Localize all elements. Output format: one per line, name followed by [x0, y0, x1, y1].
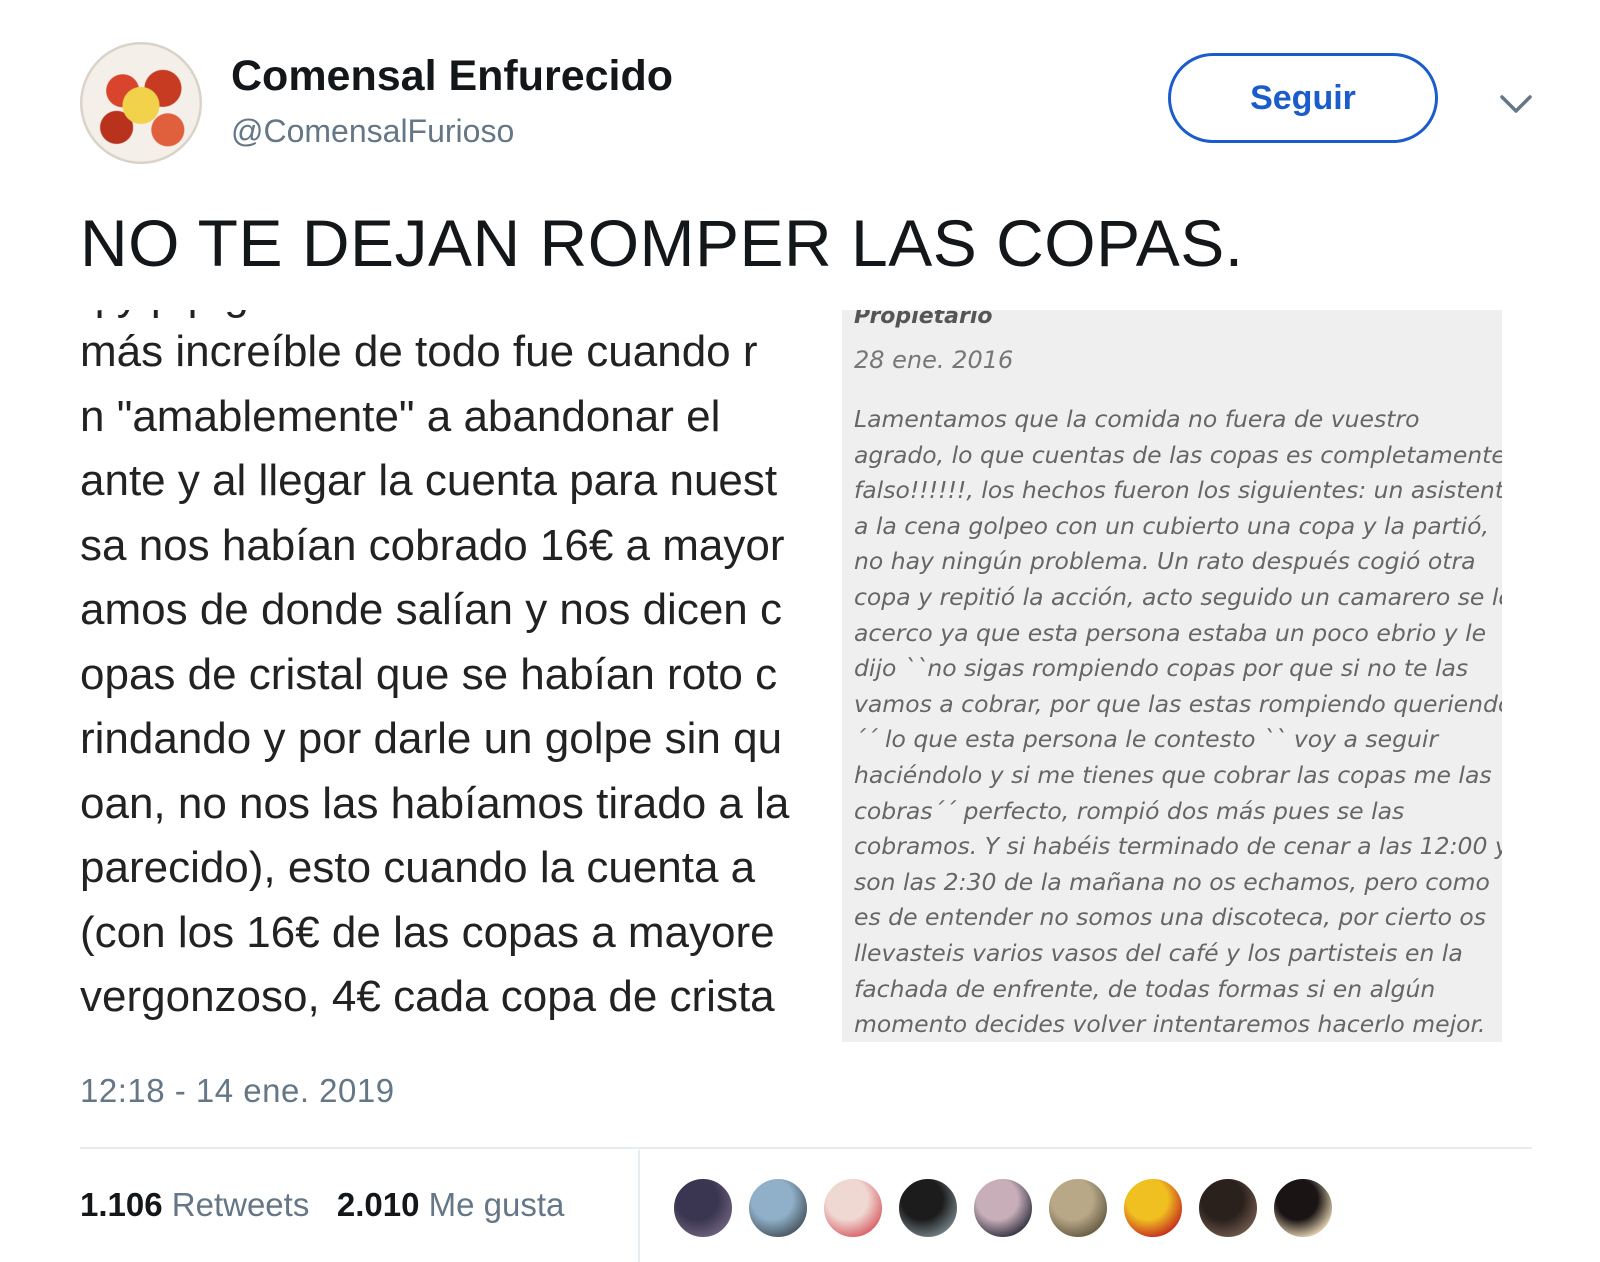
reply-line: cobramos. Y si habéis terminado de cenar…: [854, 832, 1502, 861]
tweet-media[interactable]: q y p p g más increíble de todo fue cuan…: [80, 310, 1532, 1042]
liker-avatar[interactable]: [1047, 1177, 1109, 1239]
liker-avatar[interactable]: [747, 1177, 809, 1239]
review-line: ante y al llegar la cuenta para nuest: [80, 456, 778, 505]
review-line: (con los 16€ de las copas a mayore: [80, 907, 775, 957]
reply-line: falso!!!!!!, los hechos fueron los sigui…: [854, 476, 1502, 505]
liker-avatar[interactable]: [672, 1177, 734, 1239]
reply-line: Lamentamos que la comida no fuera de vue…: [854, 405, 1420, 433]
review-line: parecido), esto cuando la cuenta a: [80, 843, 756, 892]
reply-date: 28 ene. 2016: [854, 346, 1014, 374]
review-line: rindando y por darle un golpe sin qu: [80, 714, 783, 763]
cut-off-line: q y p p g: [80, 310, 249, 319]
reply-line: dijo ``no sigas rompiendo copas por que …: [854, 654, 1469, 683]
review-screenshot-image[interactable]: q y p p g más increíble de todo fue cuan…: [80, 310, 810, 1042]
owner-reply-image[interactable]: Propietario 28 ene. 2016 Lamentamos que …: [842, 310, 1502, 1042]
liker-avatar[interactable]: [1197, 1177, 1259, 1239]
tweet-timestamp[interactable]: 12:18 - 14 ene. 2019: [80, 1072, 395, 1110]
tweet-stats: 1.106 Retweets 2.010 Me gusta: [80, 1186, 564, 1224]
author-name[interactable]: Comensal Enfurecido: [231, 52, 673, 101]
review-line: oan, no nos las habíamos tirado a la: [80, 778, 790, 828]
reply-line: haciéndolo y si me tienes que cobrar las…: [854, 760, 1492, 789]
owner-label: Propietario: [854, 310, 993, 329]
likes-count[interactable]: 2.010: [337, 1186, 420, 1223]
divider: [80, 1147, 1532, 1149]
reply-line: agrado, lo que cuentas de las copas es c…: [854, 440, 1502, 469]
reply-line: fachada de enfrente, de todas formas si …: [854, 974, 1436, 1003]
reply-line: no hay ningún problema. Un rato después …: [854, 547, 1476, 576]
review-line: n "amablemente" a abandonar el: [80, 391, 721, 441]
retweets-label[interactable]: Retweets: [172, 1186, 310, 1223]
review-line: amos de donde salían y nos dicen c: [80, 585, 783, 634]
review-line: vergonzoso, 4€ cada copa de crista: [80, 972, 775, 1021]
reply-line: llevasteis varios vasos del café y los p…: [854, 938, 1463, 967]
author-handle[interactable]: @ComensalFurioso: [231, 113, 514, 150]
reply-line: momento decides volver intentaremos hace…: [854, 1010, 1486, 1039]
review-text: más increíble de todo fue cuando r n "ama…: [80, 320, 789, 1030]
retweets-count[interactable]: 1.106: [80, 1186, 163, 1223]
follow-button[interactable]: Seguir: [1168, 53, 1438, 143]
likes-label[interactable]: Me gusta: [429, 1186, 565, 1223]
reply-line: son las 2:30 de la mañana no os echamos,…: [854, 867, 1490, 896]
reply-line: copa y repitió la acción, acto seguido u…: [854, 582, 1502, 611]
reply-line: a la cena golpeo con un cubierto una cop…: [854, 511, 1489, 540]
stats-divider: [638, 1150, 640, 1262]
liker-avatar[interactable]: [1122, 1177, 1184, 1239]
review-line: sa nos habían cobrado 16€ a mayor: [80, 520, 785, 570]
liker-avatar[interactable]: [822, 1177, 884, 1239]
reply-text: Lamentamos que la comida no fuera de vue…: [854, 402, 1502, 1042]
tweet-text: NO TE DEJAN ROMPER LAS COPAS.: [80, 206, 1244, 280]
reply-line: cobras´´ perfecto, rompió dos más pues s…: [854, 796, 1405, 825]
review-line: opas de cristal que se habían roto c: [80, 649, 778, 699]
liker-avatar[interactable]: [1272, 1177, 1334, 1239]
liker-avatar[interactable]: [972, 1177, 1034, 1239]
reply-line: vamos a cobrar, por que las estas rompie…: [854, 689, 1502, 718]
reply-line: ´´ lo que esta persona le contesto `` vo…: [854, 725, 1439, 754]
reply-line: es de entender no somos una discoteca, p…: [854, 903, 1487, 932]
reply-line: acerco ya que esta persona estaba un poc…: [854, 618, 1487, 647]
author-avatar[interactable]: [80, 42, 202, 164]
liker-avatar[interactable]: [897, 1177, 959, 1239]
chevron-down-icon[interactable]: [1496, 84, 1536, 124]
review-line: más increíble de todo fue cuando r: [80, 327, 758, 376]
